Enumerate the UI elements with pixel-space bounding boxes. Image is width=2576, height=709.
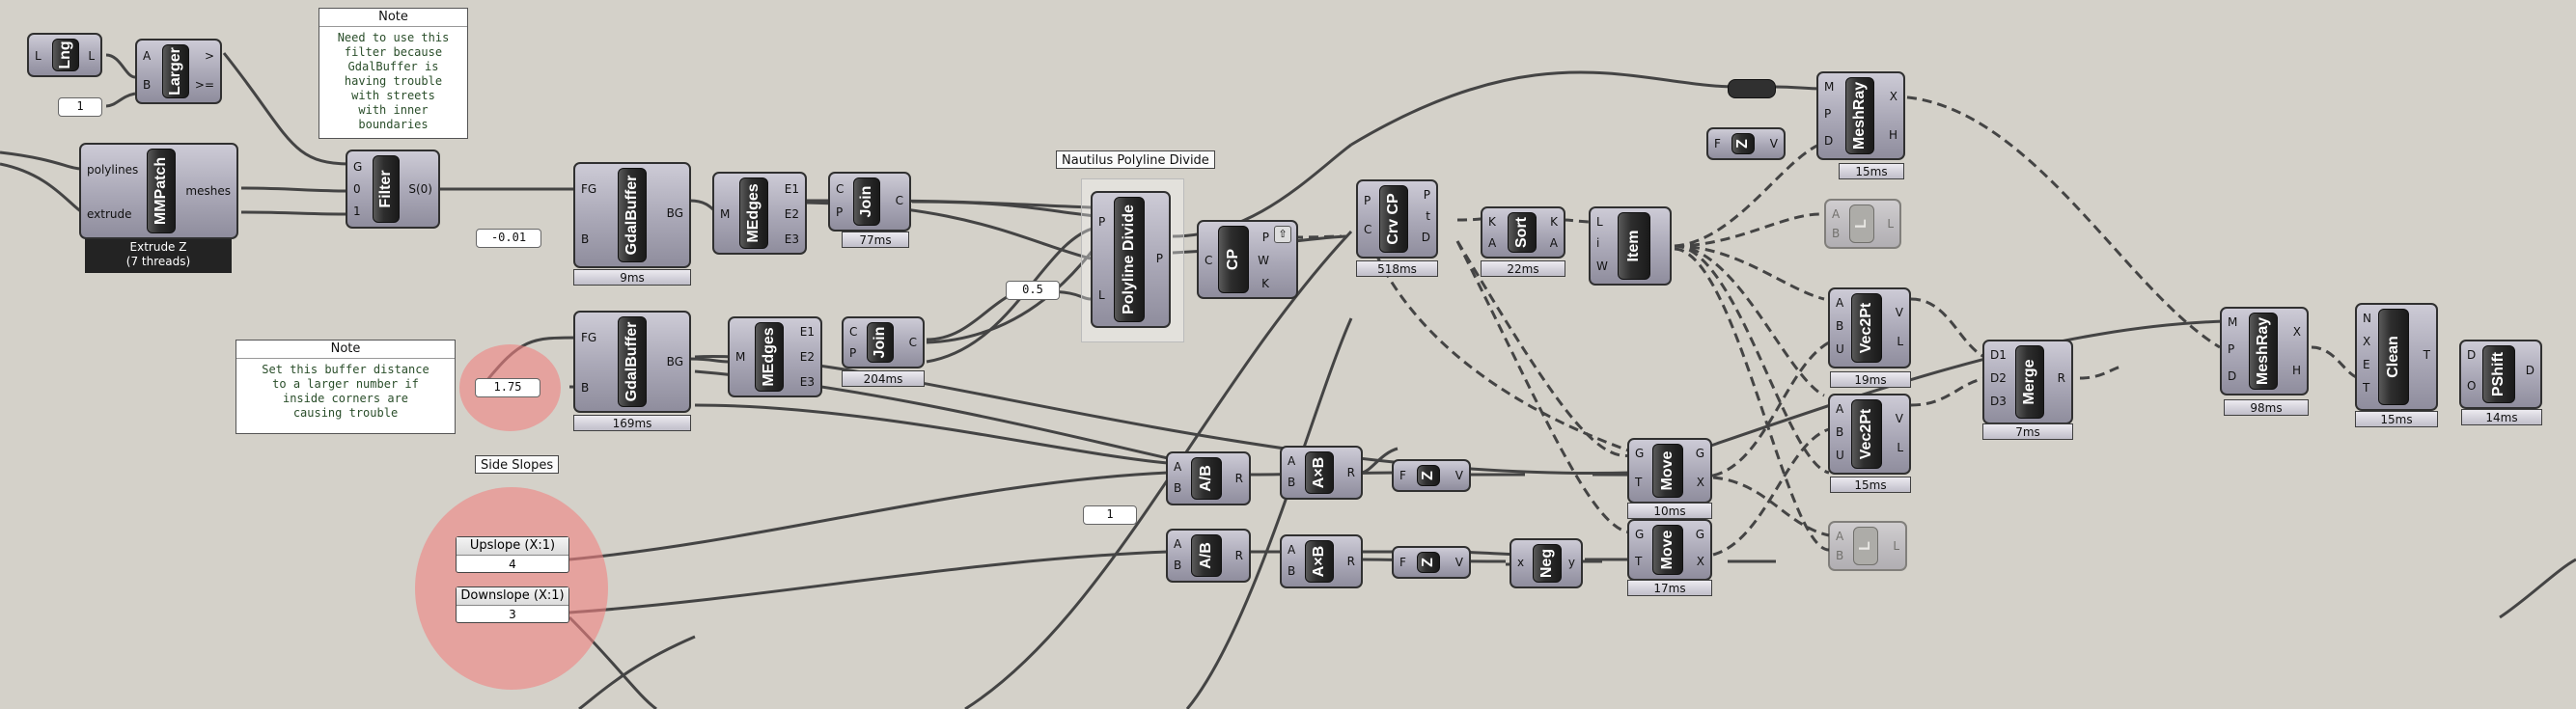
panel-neg001[interactable]: -0.01 [476, 229, 541, 248]
wire [105, 92, 136, 108]
timing-label: 15ms [2355, 411, 2438, 427]
medges-component-2[interactable]: M MEdges E1 E2 E3 [728, 316, 822, 397]
vector-2pt-component-1[interactable]: A B U Vec2Pt V L [1828, 287, 1911, 368]
group-label: Side Slopes [475, 455, 560, 474]
group-label: Nautilus Polyline Divide [1056, 150, 1215, 169]
multiplication-component-2[interactable]: A B A×B R [1280, 534, 1363, 588]
larger-component[interactable]: A B Larger > >= [135, 39, 222, 104]
panel-1[interactable]: 1 [58, 97, 102, 117]
wire [1185, 317, 1353, 709]
timing-label: 7ms [1982, 423, 2073, 440]
division-component-1[interactable]: A B A/B R [1166, 451, 1251, 505]
relay-node[interactable] [1728, 79, 1776, 98]
clean-component[interactable]: N X E T Clean T [2355, 303, 2438, 411]
timing-label: 10ms [1627, 503, 1712, 519]
timing-label: 19ms [1830, 371, 1911, 388]
unit-z-component-3[interactable]: F Z V [1392, 546, 1471, 579]
move-component-1[interactable]: G T Move G X [1627, 438, 1712, 504]
polyline-divide-component[interactable]: P L Polyline Divide P [1091, 191, 1171, 328]
sort-component[interactable]: K A Sort K A [1481, 206, 1565, 259]
slider-value[interactable]: 4 [457, 556, 568, 573]
slider-label: Downslope (X:1) [457, 587, 568, 606]
panel-1b[interactable]: 1 [1083, 505, 1137, 525]
downslope-slider[interactable]: Downslope (X:1) 3 [456, 586, 569, 623]
wire [0, 162, 83, 214]
lng-component[interactable]: L Lng L [27, 33, 102, 77]
unit-z-component-2[interactable]: F Z V [1392, 459, 1471, 492]
wire-dashed [2079, 365, 2124, 380]
mmpatch-component[interactable]: polylines extrude MMPatch meshes [79, 143, 238, 239]
path-shift-component[interactable]: D O PShift D [2459, 340, 2542, 409]
wire [568, 471, 1169, 561]
wire [689, 357, 730, 364]
upslope-slider[interactable]: Upslope (X:1) 4 [456, 536, 569, 573]
merge-component[interactable]: D1 D2 D3 Merge R [1982, 340, 2073, 424]
panel-175[interactable]: 1.75 [475, 378, 540, 397]
note-header: Note [319, 9, 467, 27]
unit-z-component-1[interactable]: F Z V [1706, 127, 1786, 160]
join-component-1[interactable]: C P Join C [828, 172, 911, 232]
timing-label: 518ms [1356, 260, 1438, 277]
vector-2pt-component-2[interactable]: A B U Vec2Pt V L [1828, 394, 1911, 475]
wire [1775, 85, 1823, 91]
timing-label: 77ms [842, 232, 909, 248]
gdalbuffer-component-2[interactable]: FG B GdalBuffer BG [573, 311, 691, 413]
wire-dashed [1910, 376, 1989, 407]
timing-label: 9ms [573, 269, 691, 286]
note-buffer[interactable]: Note Set this buffer distance to a large… [235, 340, 456, 434]
wire [2499, 558, 2576, 619]
join-component-2[interactable]: C P Join C [842, 316, 925, 368]
gdalbuffer-component-1[interactable]: FG B GdalBuffer BG [573, 162, 691, 268]
slider-label: Upslope (X:1) [457, 537, 568, 556]
timing-label: 17ms [1627, 580, 1712, 596]
wire-dashed [1674, 244, 1825, 397]
cp-component[interactable]: C CP P W K ⇧ [1197, 220, 1298, 299]
note-header: Note [236, 341, 455, 359]
list-item-component[interactable]: L i W Item [1589, 206, 1672, 286]
wire-dashed [1712, 476, 1830, 537]
note-text: Need to use this filter because GdalBuff… [337, 31, 450, 131]
wire [240, 186, 350, 193]
timing-label: 14ms [2461, 409, 2542, 425]
slider-value[interactable]: 3 [457, 606, 568, 623]
meshray-component-2[interactable]: M P D MeshRay X H [2220, 307, 2309, 395]
division-component-2[interactable]: A B A/B R [1166, 529, 1251, 583]
wire-dashed [2311, 345, 2361, 380]
negative-component[interactable]: x Neg y [1510, 538, 1583, 588]
move-component-2[interactable]: G T Move G X [1627, 519, 1712, 581]
filter-component[interactable]: G 0 1 Filter S(0) [346, 150, 440, 229]
wire [694, 403, 1169, 465]
timing-label: 169ms [573, 415, 691, 431]
timing-label: 15ms [1830, 477, 1911, 493]
wire [1350, 70, 1738, 147]
note-text: Set this buffer distance to a larger num… [262, 363, 429, 420]
timing-label: 22ms [1481, 260, 1565, 277]
wire [1630, 319, 2226, 475]
wire-dashed [1712, 341, 1830, 477]
timing-label: 15ms [1839, 163, 1904, 179]
note-filter[interactable]: Note Need to use this filter because Gda… [319, 8, 468, 139]
wire-dashed [1910, 297, 1989, 361]
multiplication-component-1[interactable]: A B A×B R [1280, 446, 1363, 500]
wire [240, 210, 350, 216]
timing-label: 98ms [2224, 399, 2309, 416]
list-length-component-1[interactable]: A B L L [1824, 199, 1901, 249]
wire [105, 53, 136, 79]
panel-05[interactable]: 0.5 [1006, 281, 1060, 300]
meshray-component-1[interactable]: M P D MeshRay X H [1816, 71, 1905, 160]
timing-label: 204ms [842, 370, 925, 387]
curve-cp-component[interactable]: P C Crv CP P t D [1356, 179, 1438, 259]
grasshopper-canvas[interactable]: Note Need to use this filter because Gda… [0, 0, 2576, 709]
extrude-z-label: Extrude Z (7 threads) [85, 238, 232, 273]
list-length-component-2[interactable]: A B L L [1828, 521, 1907, 571]
collapse-arrow-icon[interactable]: ⇧ [1274, 226, 1291, 243]
medges-component-1[interactable]: M MEdges E1 E2 E3 [712, 172, 807, 255]
